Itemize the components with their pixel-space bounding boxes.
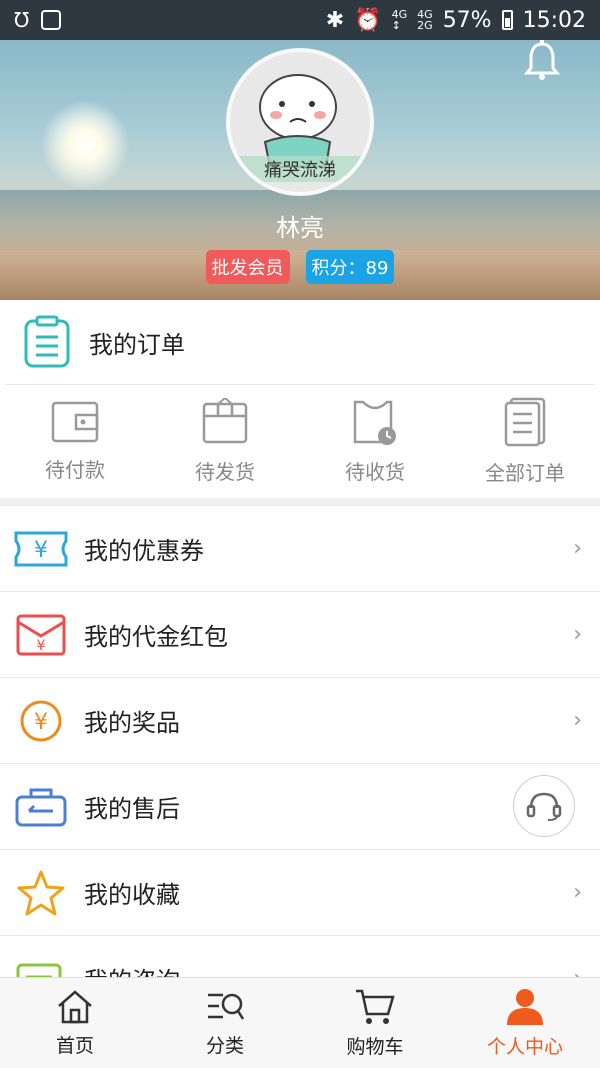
my-orders-row[interactable]: 我的订单 [5, 300, 595, 385]
menu-item-prizes-label: 我的奖品 [84, 709, 180, 737]
order-pending-shipment[interactable]: 待发货 [150, 385, 300, 497]
nav-category-label: 分类 [205, 1034, 244, 1057]
home-icon [58, 989, 92, 1023]
person-icon [507, 988, 543, 1025]
order-pending-receipt[interactable]: 待收货 [300, 385, 450, 497]
network-indicator-a: 4G ↕ [391, 8, 408, 32]
order-pending-payment-label: 待付款 [45, 457, 105, 482]
chevron-right-icon: › [573, 536, 582, 561]
chevron-right-icon: › [573, 880, 582, 905]
bottom-nav: 首页 分类 购物车 个人中心 [0, 977, 600, 1068]
after-sales-icon [15, 788, 67, 826]
category-search-icon [208, 993, 245, 1020]
menu-item-after-sales-label: 我的售后 [84, 795, 180, 823]
package-icon [202, 397, 248, 443]
avatar[interactable]: 痛哭流涕 [226, 48, 374, 196]
nav-home[interactable]: 首页 [0, 978, 150, 1068]
bell-icon[interactable] [522, 40, 562, 82]
my-orders-label: 我的订单 [89, 330, 185, 359]
clipboard-icon [24, 315, 70, 368]
nav-category[interactable]: 分类 [150, 978, 300, 1068]
headset-icon [526, 792, 562, 821]
wallet-icon [51, 401, 99, 442]
clock: 15:02 [522, 7, 586, 33]
orders-card: 我的订单 待付款 待发货 待收货 全部订单 [0, 300, 600, 498]
profile-header: 痛哭流涕 林亮 批发会员 积分：89 [0, 40, 600, 300]
bluetooth-icon: ✱ [325, 7, 345, 33]
avatar-caption: 痛哭流涕 [230, 156, 370, 182]
alarm-icon: ⏰ [354, 7, 382, 33]
menu-item-favorites[interactable]: 我的收藏 › [0, 850, 600, 936]
menu-item-coupons-label: 我的优惠券 [84, 537, 204, 565]
chevron-right-icon: › [573, 708, 582, 733]
bag-clock-icon [353, 400, 396, 445]
menu-item-coupons[interactable]: ¥ 我的优惠券 › [0, 506, 600, 592]
svg-text:¥: ¥ [37, 638, 46, 654]
status-bar: Ʊ ✱ ⏰ 4G ↕ 4G 2G 57% 15:02 [0, 0, 600, 40]
chevron-right-icon: › [573, 622, 582, 647]
order-pending-payment[interactable]: 待付款 [0, 385, 150, 497]
points-badge[interactable]: 积分：89 [305, 250, 395, 284]
coupon-icon: ¥ [14, 531, 68, 566]
menu-item-after-sales[interactable]: 我的售后 [0, 764, 600, 850]
order-pending-receipt-label: 待收货 [345, 459, 405, 484]
menu-item-favorites-label: 我的收藏 [84, 881, 180, 909]
document-list-icon [504, 397, 546, 446]
battery-icon [501, 10, 513, 30]
nav-profile[interactable]: 个人中心 [450, 978, 600, 1068]
star-icon [17, 870, 65, 915]
nav-profile-label: 个人中心 [486, 1035, 563, 1058]
username: 林亮 [276, 214, 324, 242]
menu-item-prizes[interactable]: ¥ 我的奖品 › [0, 678, 600, 764]
gallery-icon [41, 10, 62, 30]
battery-percent: 57% [442, 7, 492, 33]
menu-item-red-envelope[interactable]: ¥ 我的代金红包 › [0, 592, 600, 678]
svg-text:¥: ¥ [34, 538, 48, 563]
menu-item-red-envelope-label: 我的代金红包 [84, 623, 228, 651]
cart-icon [356, 989, 395, 1024]
nav-home-label: 首页 [55, 1034, 94, 1057]
order-all-label: 全部订单 [485, 460, 565, 485]
svg-text:¥: ¥ [34, 710, 48, 735]
red-envelope-icon: ¥ [16, 614, 66, 655]
nav-cart-label: 购物车 [346, 1035, 404, 1058]
member-badge: 批发会员 [205, 250, 290, 284]
yen-coin-icon: ¥ [20, 700, 62, 741]
order-all[interactable]: 全部订单 [450, 385, 600, 497]
customer-service-button[interactable] [513, 775, 575, 837]
menu-list: ¥ 我的优惠券 › ¥ 我的代金红包 › ¥ 我的奖品 › 我的售后 我的收藏 … [0, 506, 600, 1022]
nav-cart[interactable]: 购物车 [300, 978, 450, 1068]
network-indicator-b: 4G 2G [417, 8, 433, 32]
header-background-sun [40, 100, 130, 190]
order-pending-shipment-label: 待发货 [195, 459, 255, 484]
notification-icon: Ʊ [14, 8, 30, 32]
